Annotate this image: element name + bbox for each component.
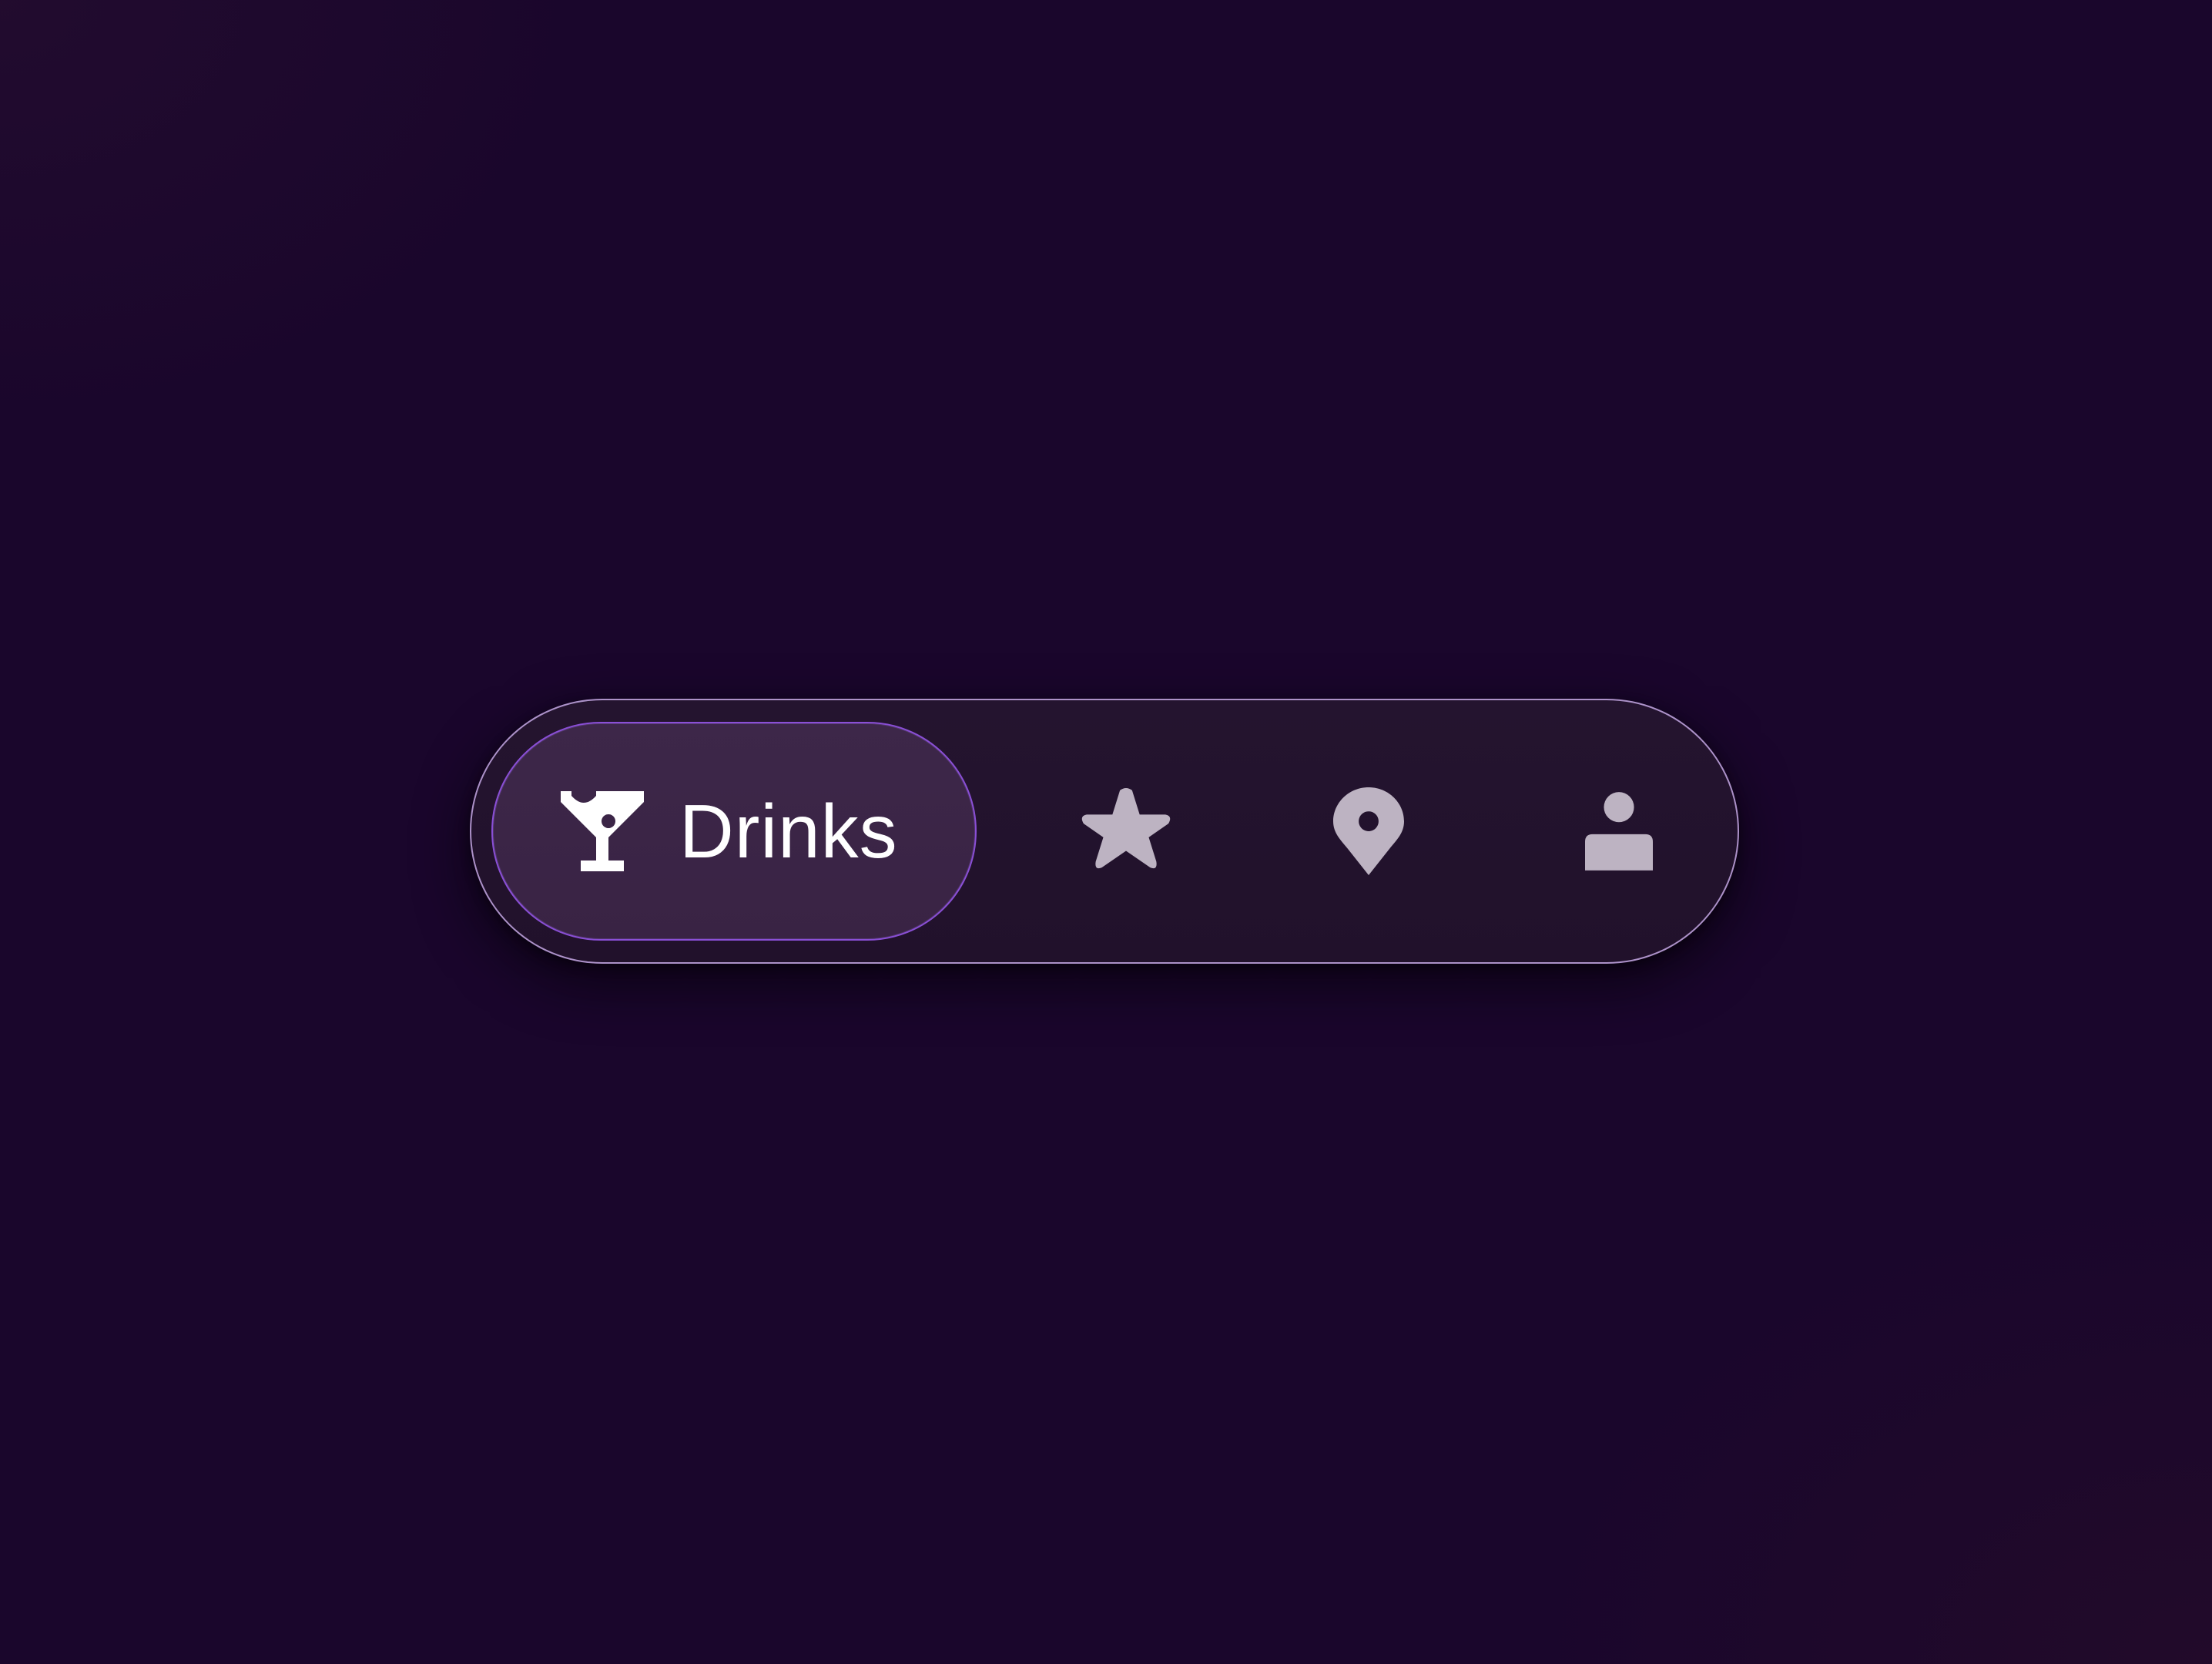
nav-item-profile[interactable]: [1550, 700, 1688, 962]
star-icon: [1081, 787, 1171, 875]
nav-item-favorites[interactable]: [1057, 700, 1195, 962]
nav-item-label: Drinks: [679, 789, 898, 874]
nav-item-location[interactable]: [1299, 700, 1438, 962]
cocktail-icon: [561, 790, 644, 873]
user-icon: [1585, 792, 1653, 871]
map-pin-icon: [1333, 787, 1404, 876]
bottom-navigation-bar: Drinks: [470, 699, 1739, 964]
nav-item-drinks[interactable]: Drinks: [491, 722, 977, 941]
